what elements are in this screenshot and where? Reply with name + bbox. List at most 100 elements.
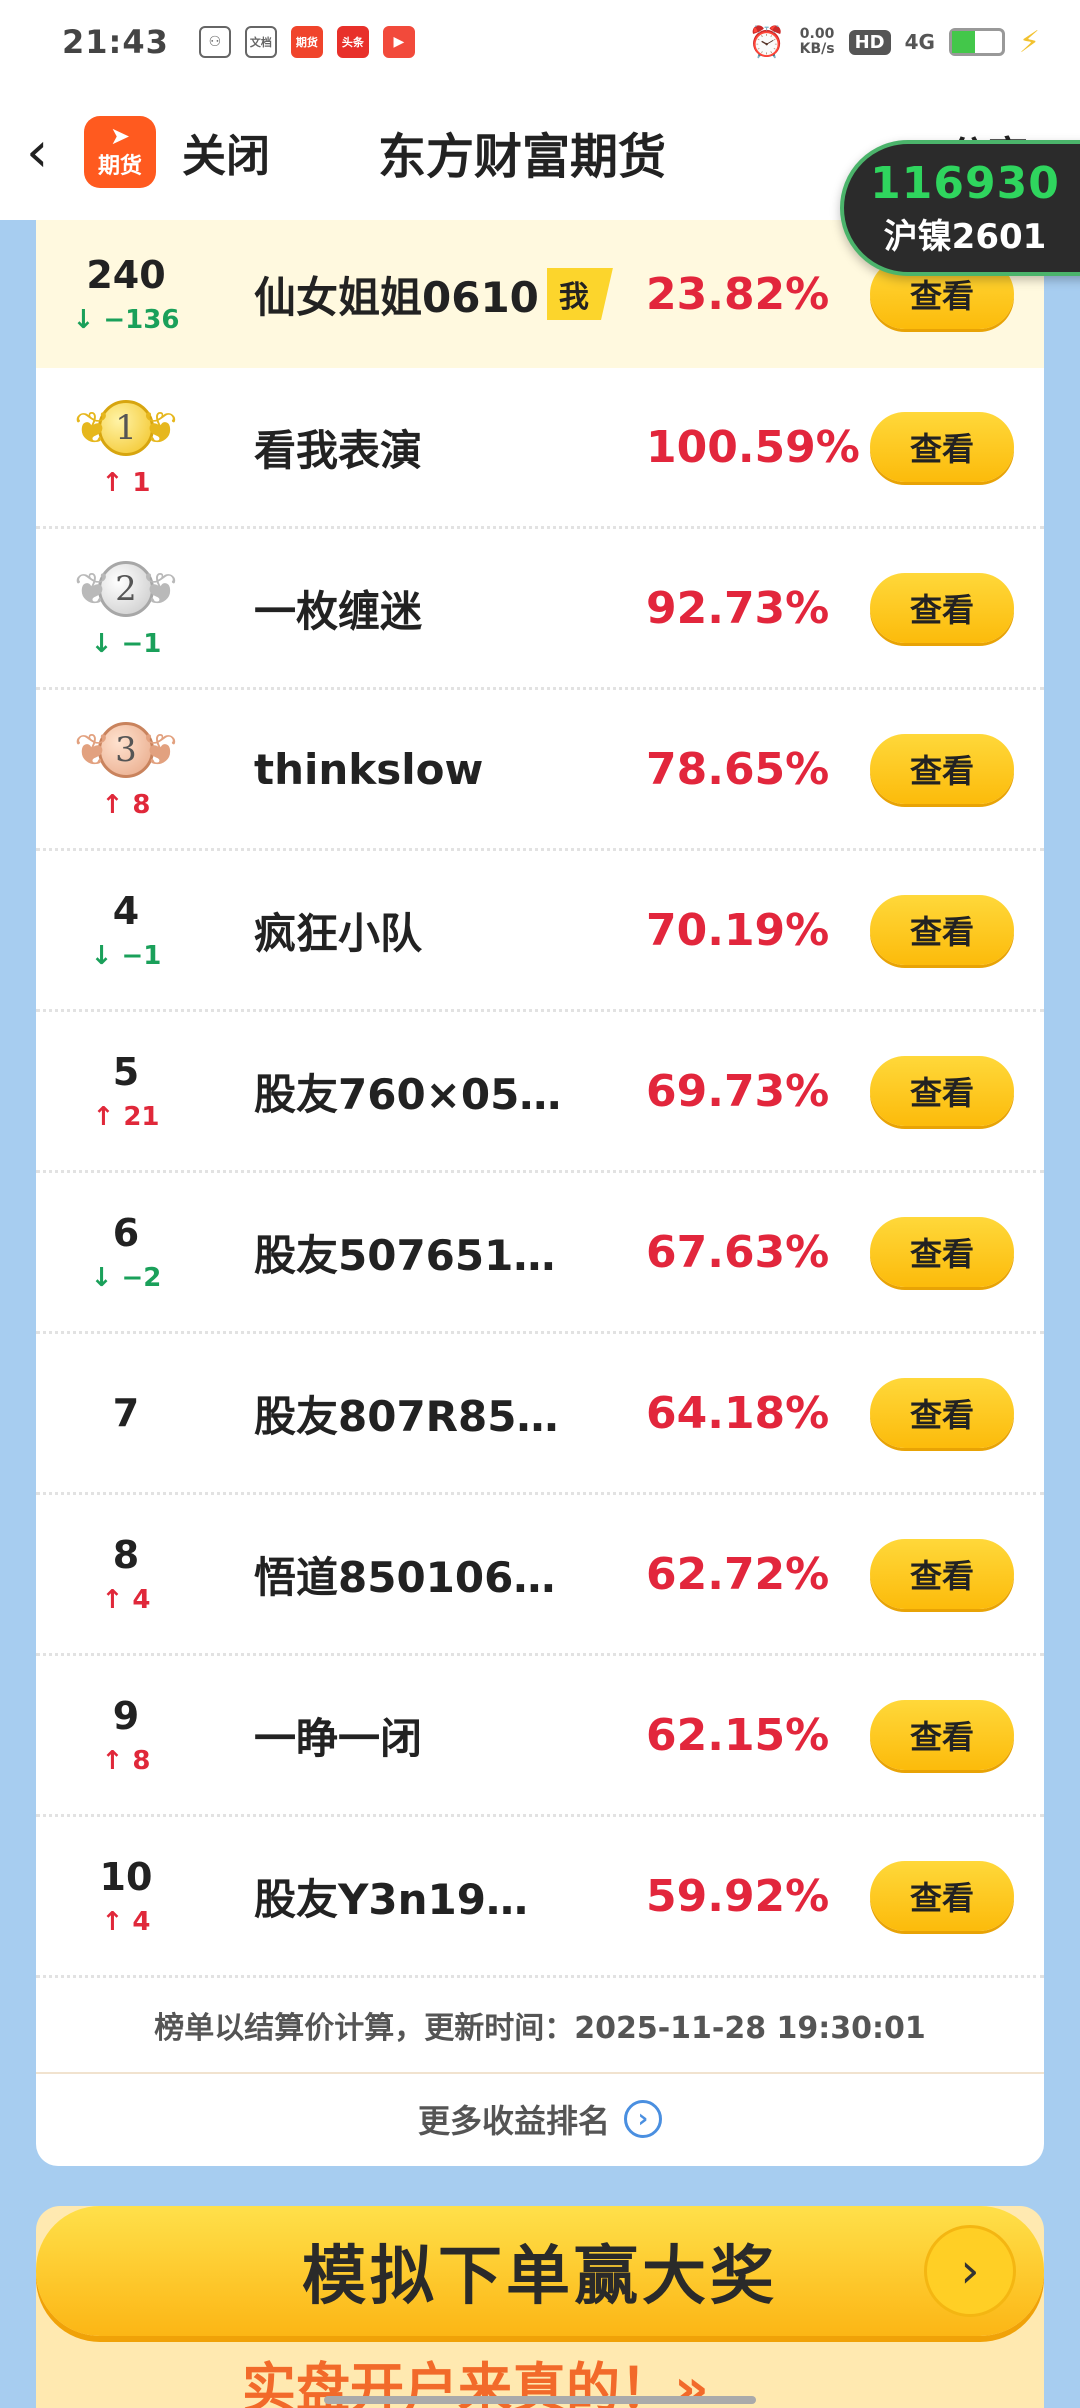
rank-row-5: 5 ↑ 21 股友760×05… 69.73% 查看 [36,1012,1044,1173]
futures-app-icon: 期货 [290,26,323,58]
rank-change: ↓ −1 [90,941,162,971]
net-speed-value: 0.00 [799,26,835,42]
app-logo: ➤ 期货 [84,116,156,188]
ranking-card: 240 ↓ −136 仙女姐姐0610 我 23.82% 查看 ❦ ❦ 1 ↑ 1… [36,220,1044,2166]
return-rate: 100.59% [646,421,860,473]
return-rate: 70.19% [646,904,830,956]
rank-column: ❦ ❦ 3 ↑ 8 [36,718,216,820]
silver-medal-icon: ❦ ❦ 2 [74,557,178,621]
rank-number: 10 [99,1855,153,1899]
ticker-symbol: 沪镍2601 [883,217,1047,257]
user-name: 股友Y3n19… [254,1874,528,1924]
user-name: 一睁一闭 [254,1713,423,1763]
rank-column: 5 ↑ 21 [36,1050,216,1132]
close-button[interactable]: 关闭 [182,120,270,184]
rank-change: ↓ −2 [90,1263,162,1293]
vpn-icon: ⚇ [198,26,231,58]
return-rate: 78.65% [646,743,830,795]
rank-row-7: 7 股友807R85… 64.18% 查看 [36,1334,1044,1495]
rank-number: 6 [112,1211,140,1255]
rank-row-10: 10 ↑ 4 股友Y3n19… 59.92% 查看 [36,1817,1044,1978]
chevron-right-icon: › [624,2100,662,2138]
toutiao-app-icon: 头条 [336,26,369,58]
notification-icons: ⚇ 文档 期货 头条 ▶ [198,26,415,58]
user-name: 疯狂小队 [254,908,423,958]
user-name: 股友807R85… [254,1391,559,1441]
rank-row-8: 8 ↑ 4 悟道850106… 62.72% 查看 [36,1495,1044,1656]
rank-change: ↑ 8 [101,1746,151,1776]
rank-column: 7 [36,1391,216,1435]
view-button[interactable]: 查看 [870,573,1014,643]
back-arrow-icon[interactable]: ‹ [26,120,72,185]
return-rate: 92.73% [646,582,830,634]
more-rankings-label: 更多收益排名 [417,2102,610,2140]
rank-change: ↑ 8 [101,790,151,820]
view-button[interactable]: 查看 [870,1378,1014,1448]
page-title: 东方财富期货 [378,129,667,185]
rank-column: ❦ ❦ 2 ↓ −1 [36,557,216,659]
rank-row-3: ❦ ❦ 3 ↑ 8 thinkslow 78.65% 查看 [36,690,1044,851]
home-indicator[interactable] [324,2396,756,2404]
rank-row-4: 4 ↓ −1 疯狂小队 70.19% 查看 [36,851,1044,1012]
alarm-icon: ⏰ [748,24,786,60]
user-name-text: 仙女姐姐0610 [254,272,539,322]
return-rate: 62.72% [646,1548,830,1600]
return-rate: 64.18% [646,1387,830,1439]
hd-icon: HD [848,29,891,55]
simulate-order-button[interactable]: 模拟下单赢大奖 › [36,2206,1044,2336]
return-rate: 23.82% [646,268,830,320]
battery-icon: 26 [948,28,1080,56]
rank-number: 8 [112,1533,140,1577]
rank-change: ↑ 21 [92,1102,160,1132]
return-rate: 67.63% [646,1226,830,1278]
rank-row-6: 6 ↓ −2 股友507651… 67.63% 查看 [36,1173,1044,1334]
view-button[interactable]: 查看 [870,895,1014,965]
rank-column: 8 ↑ 4 [36,1533,216,1615]
return-rate: 62.15% [646,1709,830,1761]
chevron-right-icon: › [924,2225,1016,2317]
ticker-price: 116930 [870,158,1060,209]
rank-number: 7 [112,1391,140,1435]
rank-change: ↑ 4 [101,1585,151,1615]
rank-column: ❦ ❦ 1 ↑ 1 [36,396,216,498]
view-button[interactable]: 查看 [870,412,1014,482]
rank-change: ↑ 1 [101,468,151,498]
return-rate: 59.92% [646,1870,830,1922]
view-button[interactable]: 查看 [870,1700,1014,1770]
battery-level: 26 [1064,31,1080,53]
ranking-footnote: 榜单以结算价计算，更新时间：2025-11-28 19:30:01 [36,1978,1044,2074]
rank-row-2: ❦ ❦ 2 ↓ −1 一枚缠迷 92.73% 查看 [36,529,1044,690]
simulate-order-label: 模拟下单赢大奖 [302,2240,778,2314]
view-button[interactable]: 查看 [870,734,1014,804]
view-button[interactable]: 查看 [870,1861,1014,1931]
rank-column: 240 ↓ −136 [36,253,216,335]
video-app-icon: ▶ [382,26,415,58]
doc-app-icon: 文档 [244,26,277,58]
rank-change: ↑ 4 [101,1907,151,1937]
clock: 21:43 [62,23,169,61]
rank-number: 9 [112,1694,140,1738]
signal-4g-icon: 4G [904,30,935,54]
rank-number: 4 [112,889,140,933]
rank-column: 9 ↑ 8 [36,1694,216,1776]
promo-banner: 模拟下单赢大奖 › 实盘开户来真的！» [36,2206,1044,2408]
me-badge: 我 [546,268,613,320]
user-name: 股友507651… [254,1230,556,1280]
rank-change: ↓ −136 [72,305,180,335]
view-button[interactable]: 查看 [870,1056,1014,1126]
rank-change: ↓ −1 [90,629,162,659]
return-rate: 69.73% [646,1065,830,1117]
rank-row-1: ❦ ❦ 1 ↑ 1 看我表演 100.59% 查看 [36,368,1044,529]
user-name: 看我表演 [254,425,423,475]
paper-plane-icon: ➤ [109,122,131,150]
rank-row-9: 9 ↑ 8 一睁一闭 62.15% 查看 [36,1656,1044,1817]
user-name: 悟道850106… [254,1552,556,1602]
view-button[interactable]: 查看 [870,1217,1014,1287]
user-name: 股友760×05… [254,1069,562,1119]
more-rankings-link[interactable]: 更多收益排名 › [36,2074,1044,2164]
rank-column: 4 ↓ −1 [36,889,216,971]
status-bar: 21:43 ⚇ 文档 期货 头条 ▶ ⏰ 0.00 KB/s HD 4G 26 … [0,0,1080,84]
gold-medal-icon: ❦ ❦ 1 [74,396,178,460]
price-ticker-widget[interactable]: 116930 沪镍2601 [840,140,1080,276]
view-button[interactable]: 查看 [870,1539,1014,1609]
